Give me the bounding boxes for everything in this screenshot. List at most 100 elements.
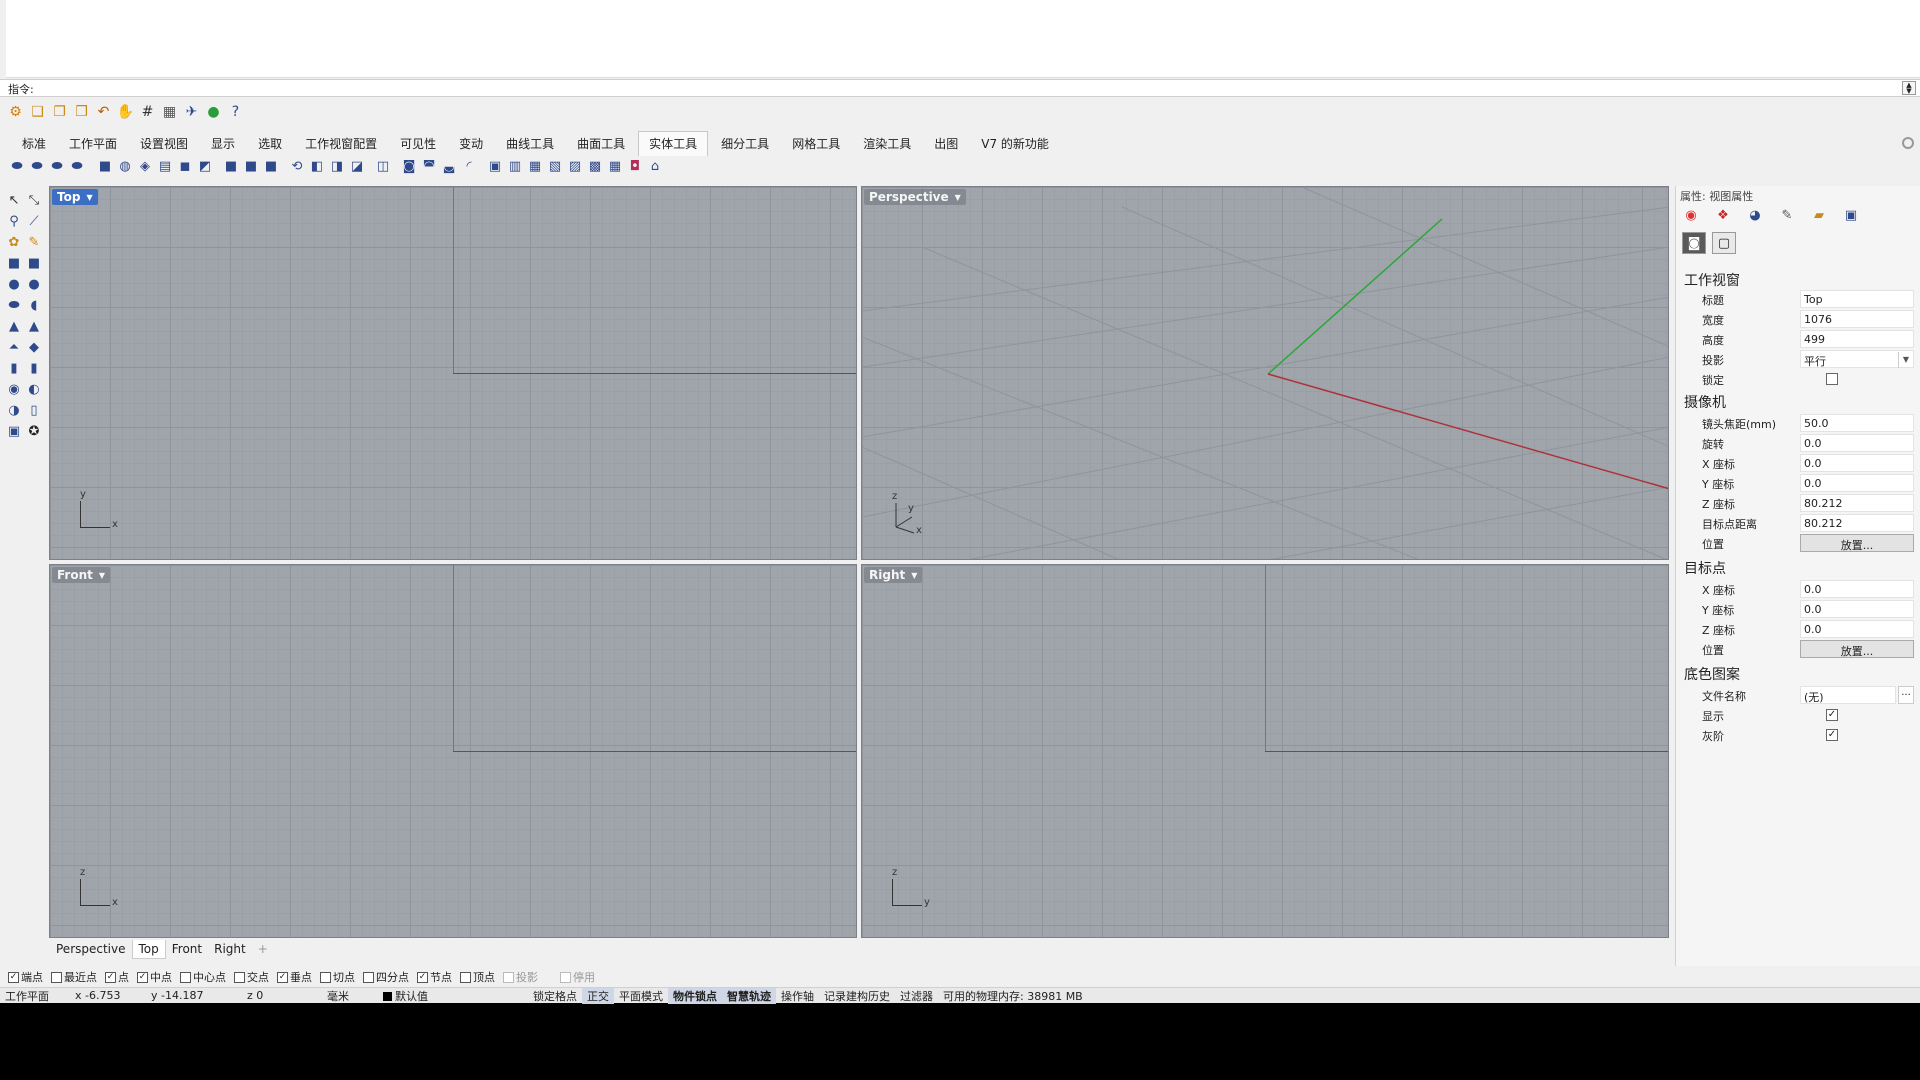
tetra-icon[interactable]: ◆ [24,337,44,358]
tab-select[interactable]: 选取 [248,132,292,156]
scale-icon[interactable]: ⤡ [24,190,44,211]
ortho-toggle[interactable]: 正交 [582,987,614,1004]
chevron-down-icon[interactable]: ▼ [1898,352,1913,368]
cap-icon[interactable]: ◼ [176,157,194,175]
osnap-near[interactable]: 最近点 [51,969,97,985]
fillet-edge-icon[interactable]: ◍ [116,157,134,175]
title-field[interactable]: Top [1800,290,1914,308]
osnap-center[interactable]: 中心点 [180,969,226,985]
solid-sphere-icon[interactable]: ■ [242,157,260,175]
paraboloid-icon[interactable]: ◖ [24,295,44,316]
cylinder-icon[interactable]: ▮ [4,358,24,379]
place-target-button[interactable]: 放置... [1800,640,1914,658]
solid-from-surface-icon[interactable]: ▣ [4,421,24,442]
viewport-title-perspective[interactable]: Perspective ▼ [864,189,966,205]
projection-select[interactable]: 平行 ▼ [1800,350,1914,368]
move-face-icon[interactable]: ◩ [196,157,214,175]
viewport-title-front[interactable]: Front ▼ [52,567,111,583]
tab-standard[interactable]: 标准 [12,132,56,156]
osnap-checkbox[interactable]: ✓ [417,971,428,983]
camera-icon[interactable]: ◙ [1682,232,1706,254]
box-2-icon[interactable]: ■ [24,253,44,274]
solid-texture-icon[interactable]: ◘ [626,157,644,175]
tab-surface-tools[interactable]: 曲面工具 [567,132,635,156]
hatch-icon[interactable]: ▦ [160,103,179,122]
extract-surface-icon[interactable]: ◧ [308,157,326,175]
view-frame-icon[interactable]: ▢ [1712,232,1736,254]
sphere-2-icon[interactable]: ● [24,274,44,295]
solid-ribbon-icon[interactable]: ▧ [546,157,564,175]
material-icon[interactable]: ● [204,103,223,122]
osnap-checkbox[interactable]: ✓ [277,971,288,983]
array-hole-icon[interactable]: ◛ [440,157,458,175]
target-distance-field[interactable]: 80.212 [1800,514,1914,532]
remove-hole-icon[interactable]: ◜ [460,157,478,175]
planar-toggle[interactable]: 平面模式 [614,988,668,1004]
width-field[interactable]: 1076 [1800,310,1914,328]
camera-x-field[interactable]: 0.0 [1800,454,1914,472]
tab-curve-tools[interactable]: 曲线工具 [496,132,564,156]
solid-edit-icon[interactable]: ▣ [486,157,504,175]
osnap-toggle[interactable]: 物件锁点 [668,987,722,1004]
tube-icon[interactable]: ▮ [24,358,44,379]
command-scroll-spinner[interactable]: ▲ ▼ [1902,81,1916,95]
osnap-point[interactable]: ✓ 点 [105,969,129,985]
folder-icon[interactable]: ▰ [1810,206,1828,224]
place-camera-button[interactable]: 放置... [1800,534,1914,552]
target-z-field[interactable]: 0.0 [1800,620,1914,638]
freeform-icon[interactable]: ✎ [24,232,44,253]
new-file-icon[interactable]: ❑ [28,103,47,122]
text-object-icon[interactable]: ▯ [24,400,44,421]
ellipsoid-icon[interactable]: ⬬ [4,295,24,316]
tab-cplanes[interactable]: 工作平面 [59,132,127,156]
target-y-field[interactable]: 0.0 [1800,600,1914,618]
osnap-checkbox[interactable] [320,971,331,983]
osnap-checkbox[interactable] [560,971,571,983]
osnap-mid[interactable]: ✓ 中点 [137,969,172,985]
osnap-checkbox[interactable] [234,971,245,983]
viewport-title-top[interactable]: Top ▼ [52,189,98,205]
tab-subd-tools[interactable]: 细分工具 [711,132,779,156]
boolean-split-icon[interactable]: ⬬ [68,157,86,175]
rotate-hole-icon[interactable]: ◚ [420,157,438,175]
solid-pipe-icon[interactable]: ▦ [526,157,544,175]
viewport-right[interactable]: Right ▼ z y [861,564,1669,938]
rotate-face-icon[interactable]: ⟲ [288,157,306,175]
osnap-end[interactable]: ✓ 端点 [8,969,43,985]
select-filter-icon[interactable]: ✈ [182,103,201,122]
help-icon[interactable]: ? [226,103,245,122]
layers-icon[interactable]: ❖ [1714,206,1732,224]
tab-new-in-v7[interactable]: V7 的新功能 [971,132,1059,156]
view-tab-front[interactable]: Front [166,940,208,959]
solid-box-icon[interactable]: ■ [222,157,240,175]
display-icon[interactable]: ▣ [1842,206,1860,224]
solid-cylinder-icon[interactable]: ■ [262,157,280,175]
save-file-icon[interactable]: ❒ [72,103,91,122]
solid-slab-icon[interactable]: ▥ [506,157,524,175]
tab-render-tools[interactable]: 渲染工具 [853,132,921,156]
gumball-toggle[interactable]: 操作轴 [776,988,819,1004]
merge-face-icon[interactable]: ◫ [374,157,392,175]
box-icon[interactable]: ■ [4,253,24,274]
boolean-intersection-icon[interactable]: ⬬ [48,157,66,175]
solid-tools-icon[interactable]: ✪ [24,421,44,442]
pen-icon[interactable]: ✎ [1778,206,1796,224]
view-tab-right[interactable]: Right [208,940,252,959]
boolean-union-icon[interactable]: ⬬ [8,157,26,175]
pyramid-icon[interactable]: ▲ [24,316,44,337]
viewport-top[interactable]: Top ▼ y x [49,186,857,560]
tab-settings-icon[interactable] [1902,137,1914,149]
pipe-icon[interactable]: ◐ [24,379,44,400]
osnap-checkbox[interactable] [503,971,514,983]
render-icon[interactable]: ◕ [1746,206,1764,224]
record-history-toggle[interactable]: 记录建构历史 [819,988,895,1004]
view-tab-top[interactable]: Top [131,940,166,959]
osnap-checkbox[interactable] [51,971,62,983]
extrude-icon[interactable]: ◑ [4,400,24,421]
create-hole-icon[interactable]: ◙ [400,157,418,175]
polyline-icon[interactable]: ⟋ [24,211,44,232]
gear-icon[interactable]: ⚙ [6,103,25,122]
tab-display[interactable]: 显示 [201,132,245,156]
osnap-disable[interactable]: 停用 [560,969,595,985]
properties-color-icon[interactable]: ◉ [1682,206,1700,224]
